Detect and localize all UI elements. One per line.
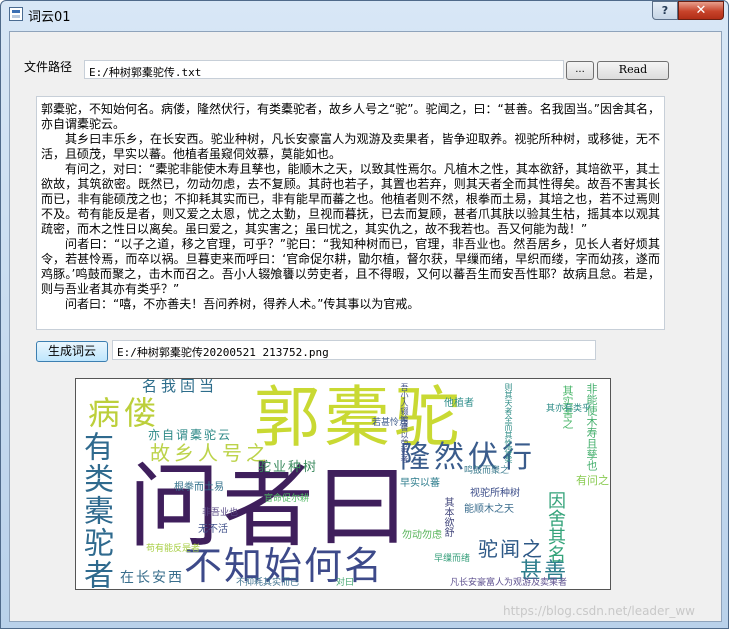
cloud-word: 病偻 [88, 394, 161, 432]
content-textarea[interactable]: 郭橐驼，不知始何名。病偻，隆然伏行，有类橐驼者，故乡人号之“驼”。驼闻之，曰：“… [36, 96, 665, 330]
output-path-input[interactable]: E:/种树郭橐驼传20200521 213752.png [112, 340, 596, 360]
cloud-word: 凡长安豪富人为观游及卖果者 [450, 578, 568, 588]
cloud-word: 名我固当 [142, 378, 219, 395]
cloud-word: 非能使木寿且孳也 [585, 383, 598, 471]
cloud-word: 驼闻之 [478, 537, 544, 561]
paragraph: 其乡曰丰乐乡，在长安西。驼业种树，凡长安豪富人为观游及卖果者，皆争迎取养。视驼所… [41, 132, 660, 161]
cloud-word: 视驼所种树 [470, 488, 520, 499]
file-path-label: 文件路径 [24, 60, 73, 74]
cloud-word: 不抑耗其实而已 [236, 578, 300, 588]
paragraph: 郭橐驼，不知始何名。病偻，隆然伏行，有类橐驼者，故乡人号之“驼”。驼闻之，曰：“… [41, 102, 660, 131]
cloud-word: 对曰 [336, 578, 355, 588]
cloud-word: 官命促尔耕 [264, 494, 310, 504]
cloud-word: 故乡人号之 [150, 441, 270, 465]
app-icon [9, 7, 23, 21]
read-button[interactable]: Read [597, 61, 669, 80]
cloud-word: 根拳而土易 [174, 482, 224, 493]
cloud-word: 能顺木之天 [464, 504, 514, 515]
cloud-word: 早实以蕃 [400, 478, 440, 489]
file-path-input[interactable]: E:/种树郭橐驼传.txt [84, 60, 564, 79]
cloud-word: 驼业种树 [258, 460, 319, 475]
browse-button[interactable]: ... [566, 61, 594, 80]
window-title: 词云01 [28, 10, 71, 25]
generate-cloud-button[interactable]: 生成词云 [36, 341, 108, 362]
watermark: https://blog.csdn.net/leader_ww [503, 604, 695, 618]
cloud-word: 则其天者全而其性得矣 [504, 383, 513, 463]
close-button[interactable]: ✕ [678, 1, 724, 20]
cloud-word: 亦自谓橐驼云 [148, 428, 233, 442]
cloud-word: 因舍其名 [545, 491, 566, 563]
paragraph: 问者曰：“嘻，不亦善夫！吾问养树，得养人术。”传其事以为官戒。 [65, 297, 420, 311]
cloud-word: 在长安西 [120, 570, 184, 586]
cloud-word: 勿动勿虑 [402, 530, 442, 541]
title-bar[interactable]: 词云01 ? ✕ [1, 1, 728, 27]
cloud-word: 他植者 [444, 398, 474, 409]
help-button[interactable]: ? [652, 1, 678, 20]
cloud-word: 有类橐驼者 [78, 431, 113, 590]
cloud-word: 有问之 [576, 474, 609, 487]
cloud-word: 无不活 [198, 524, 228, 535]
paragraph: 问者曰：“以子之道，移之官理，可乎？”驼曰：“我知种树而已，官理，非吾业也。然吾… [41, 237, 660, 296]
cloud-word: 其亦有类乎 [546, 404, 592, 414]
paragraph: 有问之，对曰：“橐驼非能使木寿且孳也，能顺木之天，以致其性焉尔。凡植木之性，其本… [41, 162, 660, 236]
cloud-word: 其本欲舒 [442, 497, 453, 537]
cloud-word: 苟有能反是者 [146, 544, 201, 554]
cloud-word: 吾小人辍飧饔以劳吏者 [400, 383, 409, 463]
cloud-word: 鸣鼓而聚之 [464, 466, 510, 476]
cloud-word: 早缫而绪 [434, 554, 471, 564]
word-cloud-image: 郭橐驼 问者曰 不知始何名 有类橐驼者 病偻 隆然伏行 故乡人号之 驼闻之 甚善… [75, 378, 611, 590]
cloud-word: 非吾业也 [202, 508, 239, 518]
